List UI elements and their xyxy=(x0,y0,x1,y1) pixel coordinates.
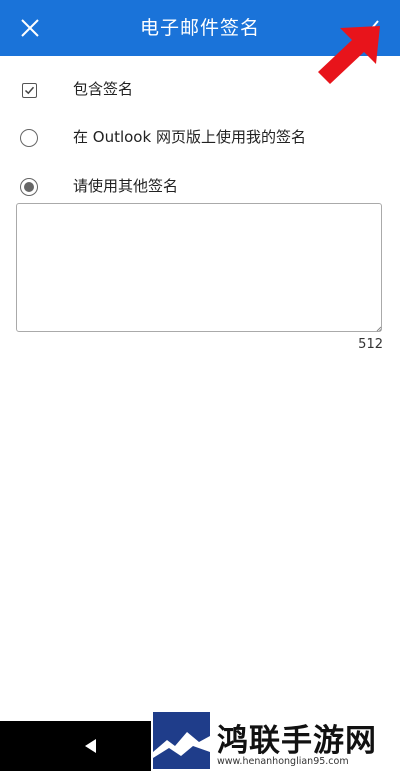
radio-selected-dot xyxy=(24,182,34,192)
back-triangle-icon xyxy=(85,739,96,753)
watermark-url: www.henanhonglian95.com xyxy=(217,756,349,767)
page-title: 电子邮件签名 xyxy=(139,17,260,39)
checkmark-icon xyxy=(361,20,379,36)
outlook-web-signature-radio[interactable] xyxy=(20,129,38,147)
include-signature-checkbox[interactable] xyxy=(21,82,37,98)
watermark-logo-icon xyxy=(153,712,210,769)
back-button[interactable] xyxy=(78,734,104,758)
other-signature-row[interactable]: 请使用其他签名 xyxy=(0,166,400,206)
watermark-title: 鸿联手游网 xyxy=(217,723,377,759)
check-icon xyxy=(24,86,34,94)
signature-text-area[interactable] xyxy=(16,203,382,332)
confirm-button[interactable] xyxy=(350,8,390,48)
top-app-bar: 电子邮件签名 xyxy=(0,0,400,56)
resize-grip-icon[interactable] xyxy=(376,326,382,332)
other-signature-radio[interactable] xyxy=(20,178,38,196)
include-signature-row[interactable]: 包含签名 xyxy=(0,69,400,109)
character-counter: 512 xyxy=(358,337,383,352)
watermark: 鸿联手游网 www.henanhonglian95.com xyxy=(151,712,400,771)
other-signature-label: 请使用其他签名 xyxy=(73,177,179,195)
outlook-web-signature-row[interactable]: 在 Outlook 网页版上使用我的签名 xyxy=(0,117,400,157)
outlook-web-signature-label: 在 Outlook 网页版上使用我的签名 xyxy=(73,128,306,146)
include-signature-label: 包含签名 xyxy=(73,80,134,98)
